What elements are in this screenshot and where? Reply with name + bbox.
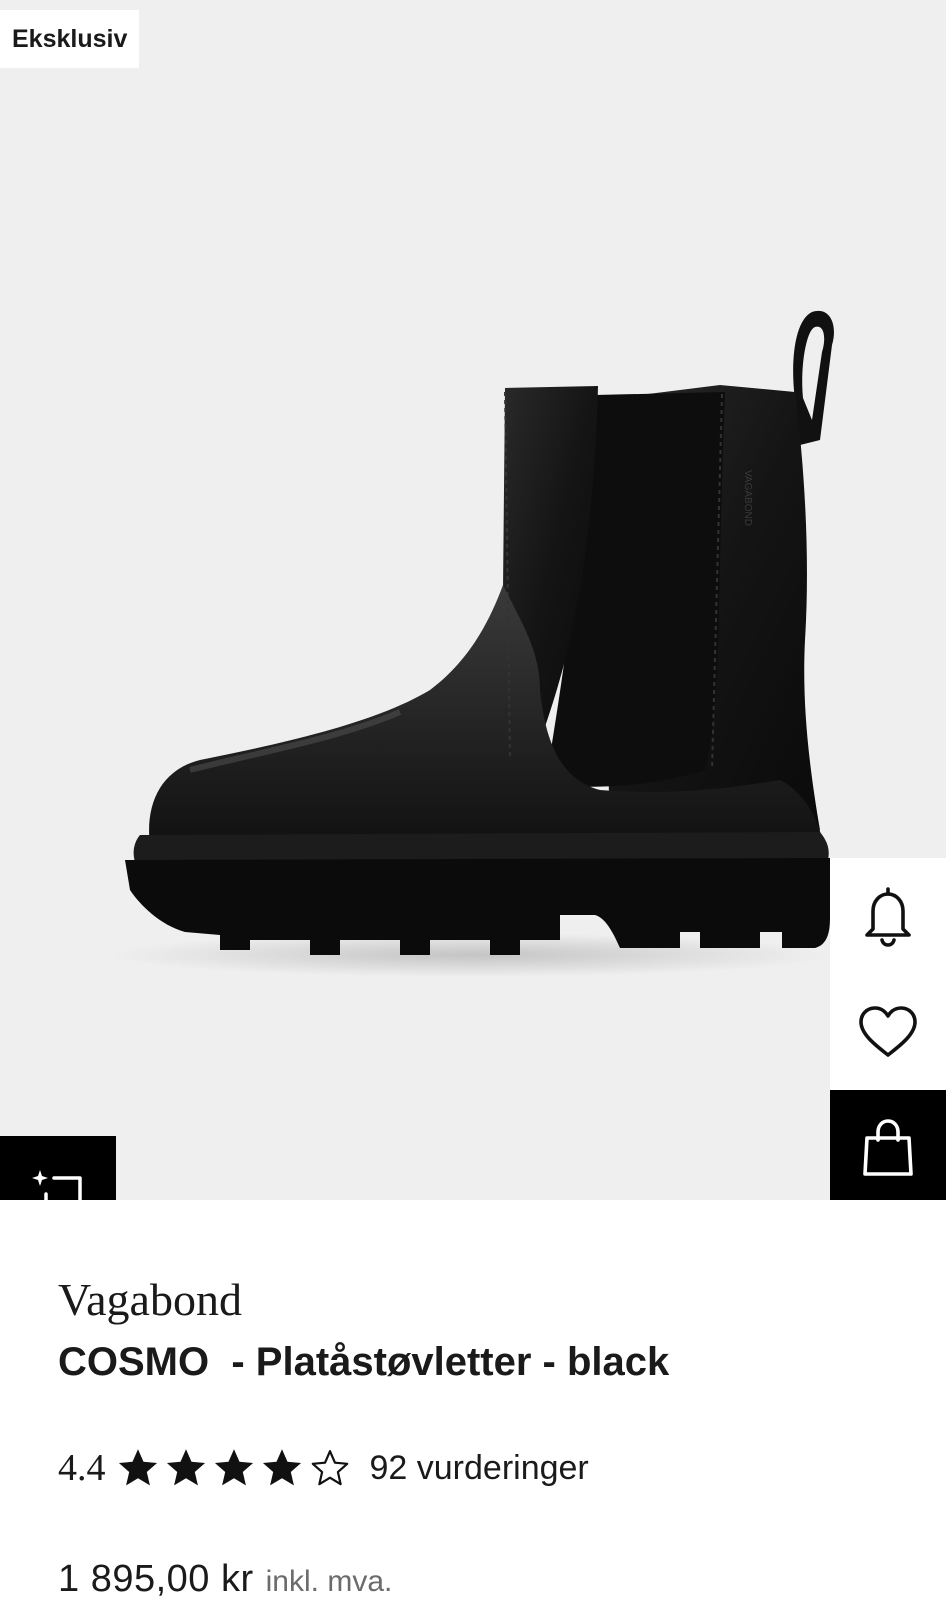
price-tax-note: inkl. mva. bbox=[265, 1565, 393, 1598]
brand-name[interactable]: Vagabond bbox=[58, 1270, 906, 1330]
product-info: Vagabond COSMO - Platåstøvletter - black… bbox=[58, 1270, 906, 1600]
exclusive-badge: Eksklusiv bbox=[0, 10, 140, 68]
product-title: COSMO - Platåstøvletter - black bbox=[58, 1340, 670, 1384]
product-action-rail bbox=[830, 858, 946, 1200]
star-empty-icon bbox=[311, 1450, 348, 1486]
price-row: 1 895,00 kr inkl. mva. bbox=[58, 1558, 906, 1600]
product-image: VAGABOND bbox=[110, 310, 834, 977]
exclusive-badge-label: Eksklusiv bbox=[12, 24, 128, 53]
find-similar-button[interactable] bbox=[0, 1136, 116, 1200]
review-count[interactable]: 92 vurderinger bbox=[370, 1449, 589, 1488]
find-similar-icon bbox=[32, 1170, 82, 1200]
rating-summary[interactable]: 4.4 92 vurderinger bbox=[58, 1440, 906, 1496]
product-image-gallery[interactable]: VAGABOND Eksklusiv bbox=[0, 0, 946, 1200]
bell-icon bbox=[865, 887, 911, 947]
rating-stars bbox=[116, 1446, 352, 1490]
price: 1 895,00 kr bbox=[58, 1558, 254, 1600]
rating-value: 4.4 bbox=[58, 1447, 106, 1489]
star-filled-icon bbox=[118, 1449, 157, 1486]
svg-text:VAGABOND: VAGABOND bbox=[742, 470, 753, 526]
star-filled-icon bbox=[166, 1449, 205, 1486]
star-filled-icon bbox=[214, 1449, 253, 1486]
shopping-bag-icon bbox=[863, 1119, 913, 1176]
wishlist-button[interactable] bbox=[830, 974, 946, 1090]
add-to-bag-button[interactable] bbox=[830, 1090, 946, 1200]
notify-button[interactable] bbox=[830, 858, 946, 974]
star-filled-icon bbox=[262, 1449, 301, 1486]
heart-icon bbox=[859, 1006, 917, 1057]
